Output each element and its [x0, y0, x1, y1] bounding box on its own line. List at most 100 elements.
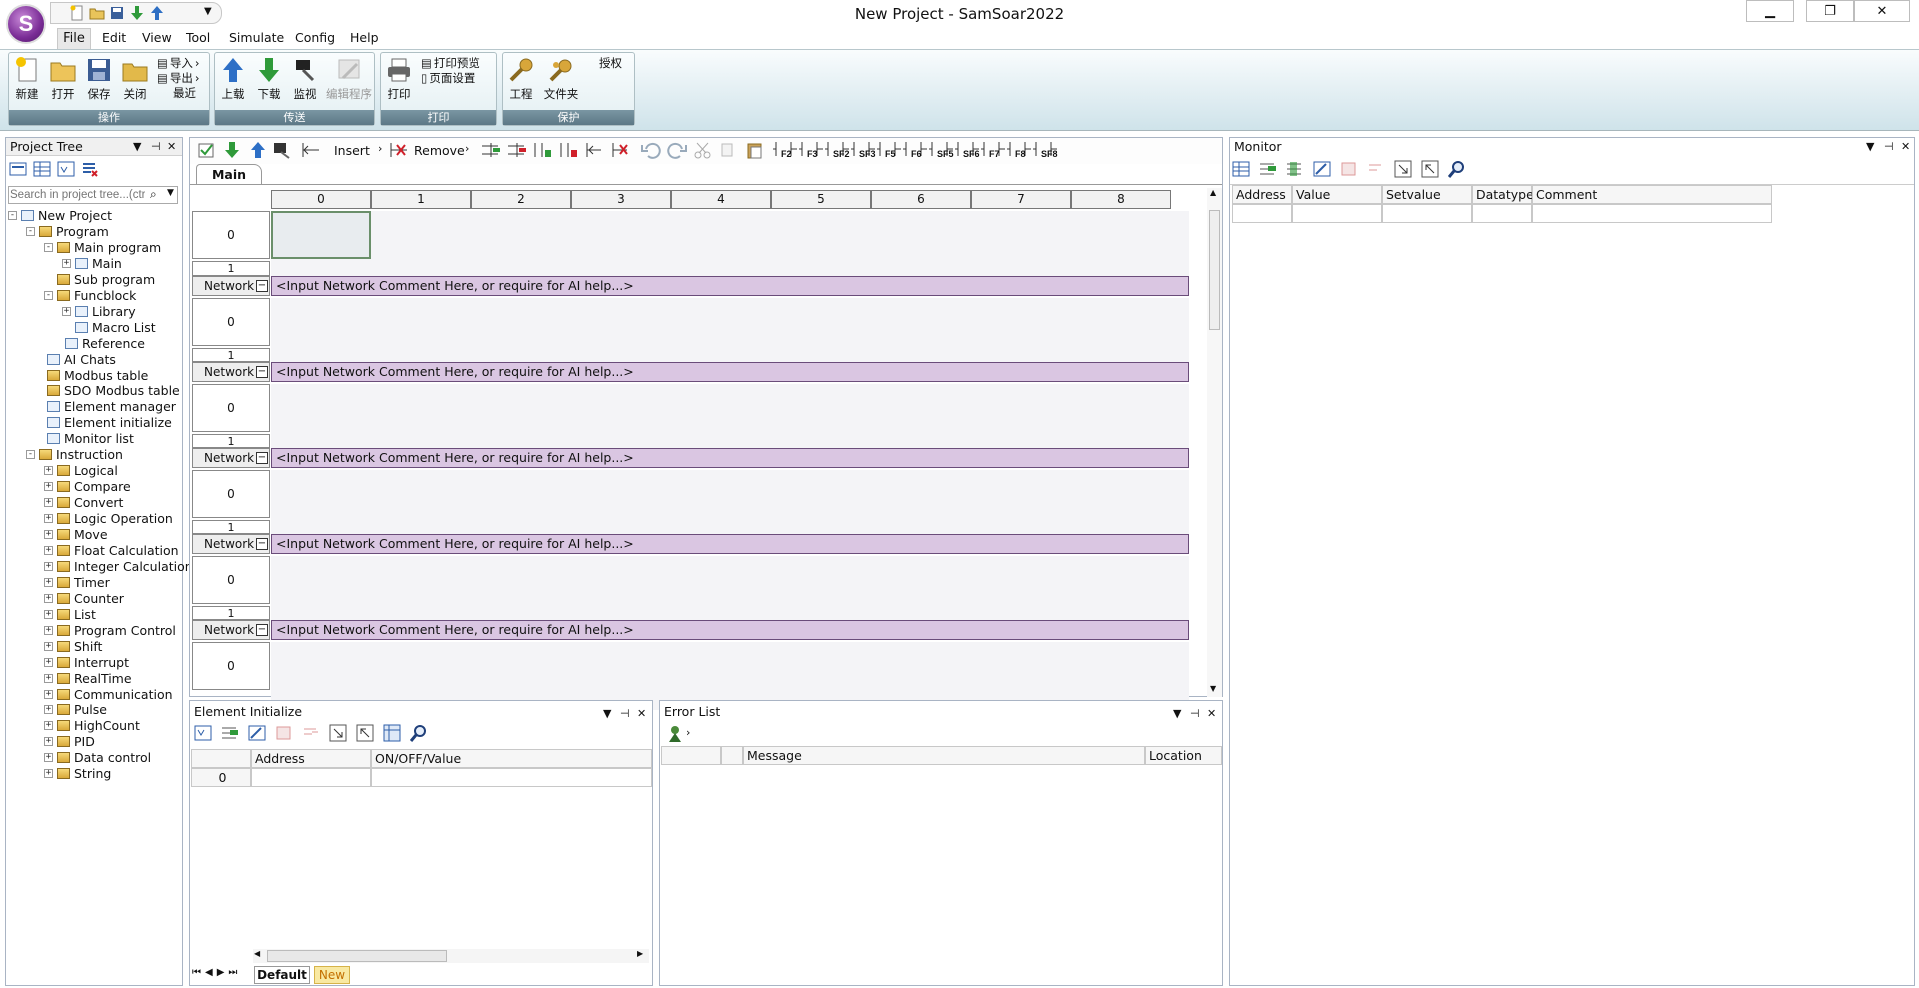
menu-edit[interactable]: Edit: [102, 30, 126, 45]
tree-item-move[interactable]: + Move: [44, 527, 108, 542]
tree-item-string[interactable]: + String: [44, 766, 111, 781]
expand-icon[interactable]: +: [44, 625, 53, 635]
expand-icon[interactable]: +: [44, 673, 53, 683]
scroll-down-icon[interactable]: ▼: [1210, 684, 1216, 693]
pin-icon[interactable]: ⊣: [1190, 703, 1200, 724]
network-comment[interactable]: <Input Network Comment Here, or require …: [271, 362, 1189, 382]
expand-icon[interactable]: +: [44, 577, 53, 587]
tree-item-data-control[interactable]: + Data control: [44, 750, 151, 765]
import-icon[interactable]: [1394, 160, 1412, 178]
table-import-icon[interactable]: [383, 724, 401, 742]
pane-close-icon[interactable]: ✕: [167, 138, 176, 155]
collapse-network-icon[interactable]: −: [256, 366, 268, 378]
scroll-thumb[interactable]: [1209, 210, 1220, 330]
expand-icon[interactable]: +: [44, 466, 53, 476]
comment-cell[interactable]: [1532, 204, 1772, 223]
expand-icon[interactable]: +: [44, 641, 53, 651]
expand-icon[interactable]: +: [44, 609, 53, 619]
minimize-button[interactable]: ▁: [1746, 0, 1794, 22]
error-filter-dropdown-icon[interactable]: ›: [686, 726, 690, 739]
pin-icon[interactable]: ⊣: [151, 138, 161, 155]
sheet-tab-new[interactable]: New: [314, 966, 350, 984]
network-rung[interactable]: [271, 470, 1189, 534]
tree-item-logical[interactable]: + Logical: [44, 463, 118, 478]
export-button[interactable]: ▤ 导出 ›: [157, 70, 199, 86]
expand-icon[interactable]: +: [44, 545, 53, 555]
delete-line-icon[interactable]: [611, 141, 631, 159]
delete-row-icon[interactable]: [507, 141, 527, 159]
insert-row-icon[interactable]: [481, 141, 501, 159]
network-rung[interactable]: [271, 556, 1189, 620]
paste-icon[interactable]: [745, 141, 765, 159]
menu-config[interactable]: Config: [295, 30, 335, 45]
monitor-icon[interactable]: [273, 141, 293, 159]
tree-item-sdo-modbus-table[interactable]: SDO Modbus table: [34, 383, 180, 398]
tree-item-list[interactable]: + List: [44, 607, 96, 622]
value-cell[interactable]: [1292, 204, 1382, 223]
copy-icon[interactable]: [719, 141, 739, 159]
collapse-icon[interactable]: -: [26, 450, 35, 460]
tab-main[interactable]: Main: [196, 164, 262, 185]
shortcut-sf3[interactable]: SF3: [851, 140, 877, 162]
upload-button[interactable]: 上载: [217, 56, 249, 102]
tree-item-shift[interactable]: + Shift: [44, 639, 102, 654]
expand-icon[interactable]: +: [44, 657, 53, 667]
tree-item-sub-program[interactable]: Sub program: [44, 272, 155, 287]
collapse-icon[interactable]: -: [26, 226, 35, 236]
remove-label[interactable]: Remove: [414, 143, 465, 158]
setvalue-cell[interactable]: [1382, 204, 1472, 223]
pane-close-icon[interactable]: ✕: [1901, 138, 1910, 155]
column-address[interactable]: Address: [1232, 185, 1292, 204]
restore-button[interactable]: ❐: [1806, 0, 1854, 22]
import-button[interactable]: ▤ 导入 ›: [157, 55, 199, 71]
pane-close-icon[interactable]: ✕: [637, 703, 646, 724]
expand-icon[interactable]: +: [44, 689, 53, 699]
selected-cell[interactable]: [271, 211, 371, 259]
insert-row-icon[interactable]: [1259, 160, 1277, 178]
cut-icon[interactable]: [693, 141, 713, 159]
network-comment[interactable]: <Input Network Comment Here, or require …: [271, 534, 1189, 554]
expand-icon[interactable]: +: [62, 306, 71, 316]
variable-icon[interactable]: [57, 160, 75, 178]
remove-icon[interactable]: [389, 141, 409, 159]
tree-item-timer[interactable]: + Timer: [44, 575, 110, 590]
expand-icon[interactable]: +: [44, 753, 53, 763]
tree-item-highcount[interactable]: + HighCount: [44, 718, 140, 733]
shortcut-f8[interactable]: F8: [1007, 140, 1033, 162]
delete-column-icon[interactable]: [559, 141, 579, 159]
expand-icon[interactable]: +: [44, 593, 53, 603]
copy-row-icon[interactable]: [1340, 160, 1358, 178]
insert-element-icon[interactable]: [221, 724, 239, 742]
delete-element-icon[interactable]: [302, 724, 320, 742]
edit-program-button[interactable]: 编辑程序: [325, 56, 373, 102]
tree-view-icon[interactable]: [9, 160, 27, 178]
scroll-left-icon[interactable]: ◀: [254, 949, 260, 958]
add-table-icon[interactable]: [1232, 160, 1250, 178]
menu-help[interactable]: Help: [350, 30, 379, 45]
recent-button[interactable]: 最近: [173, 85, 196, 101]
shortcut-sf8[interactable]: SF8: [1033, 140, 1059, 162]
datatype-cell[interactable]: [1472, 204, 1532, 223]
column-datatype[interactable]: Datatype: [1472, 185, 1534, 204]
column-location[interactable]: Location: [1145, 746, 1222, 765]
close-project-button[interactable]: 关闭: [119, 56, 151, 102]
editor-vertical-scrollbar[interactable]: ▲ ▼: [1207, 188, 1222, 697]
tree-item-element-initialize[interactable]: Element initialize: [34, 415, 172, 430]
tree-item-element-manager[interactable]: Element manager: [34, 399, 176, 414]
monitor-button[interactable]: 监视: [289, 56, 321, 102]
find-icon[interactable]: [410, 724, 428, 742]
tree-item-realtime[interactable]: + RealTime: [44, 671, 132, 686]
export-icon[interactable]: [356, 724, 374, 742]
tree-item-logic-operation[interactable]: + Logic Operation: [44, 511, 173, 526]
tree-item-pid[interactable]: + PID: [44, 734, 95, 749]
scroll-right-icon[interactable]: ▶: [637, 949, 643, 958]
edit-table-icon[interactable]: [1313, 160, 1331, 178]
new-button[interactable]: 新建: [11, 56, 43, 102]
insert-label[interactable]: Insert: [334, 143, 370, 158]
insert-dropdown-icon[interactable]: ›: [378, 142, 382, 155]
export-icon[interactable]: [1421, 160, 1439, 178]
collapse-network-icon[interactable]: −: [256, 624, 268, 636]
expand-icon[interactable]: +: [44, 769, 53, 779]
column-address[interactable]: Address: [251, 749, 371, 768]
tree-item-library[interactable]: + Library: [62, 304, 136, 319]
